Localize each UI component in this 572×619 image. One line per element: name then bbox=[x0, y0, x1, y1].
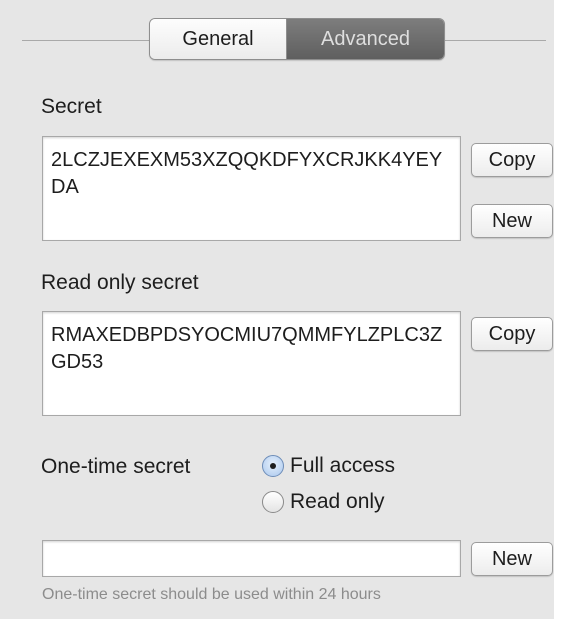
radio-read-only-label: Read only bbox=[290, 490, 385, 513]
radio-read-only[interactable]: Read only bbox=[262, 490, 385, 514]
tab-bar: General Advanced bbox=[149, 18, 445, 60]
radio-unselected-icon[interactable] bbox=[262, 491, 284, 513]
preferences-panel: General Advanced Secret 2LCZJEXEXM53XZQQ… bbox=[0, 0, 572, 619]
one-time-secret-field[interactable] bbox=[42, 540, 461, 577]
secret-copy-button[interactable]: Copy bbox=[471, 143, 553, 177]
tab-general[interactable]: General bbox=[150, 19, 287, 59]
read-only-secret-field[interactable]: RMAXEDBPDSYOCMIU7QMMFYLZPLC3ZGD53 bbox=[42, 311, 461, 416]
radio-selected-icon[interactable] bbox=[262, 455, 284, 477]
tab-advanced[interactable]: Advanced bbox=[287, 19, 444, 59]
read-only-secret-copy-button[interactable]: Copy bbox=[471, 317, 553, 351]
radio-full-access[interactable]: Full access bbox=[262, 454, 395, 478]
secret-new-button[interactable]: New bbox=[471, 204, 553, 238]
one-time-secret-new-button[interactable]: New bbox=[471, 542, 553, 576]
one-time-secret-hint: One-time secret should be used within 24… bbox=[42, 586, 381, 603]
secret-field[interactable]: 2LCZJEXEXM53XZQQKDFYXCRJKK4YEYDA bbox=[42, 136, 461, 241]
read-only-secret-label: Read only secret bbox=[41, 271, 199, 294]
secret-label: Secret bbox=[41, 95, 102, 118]
one-time-secret-label: One-time secret bbox=[41, 455, 191, 478]
radio-full-access-label: Full access bbox=[290, 454, 396, 477]
